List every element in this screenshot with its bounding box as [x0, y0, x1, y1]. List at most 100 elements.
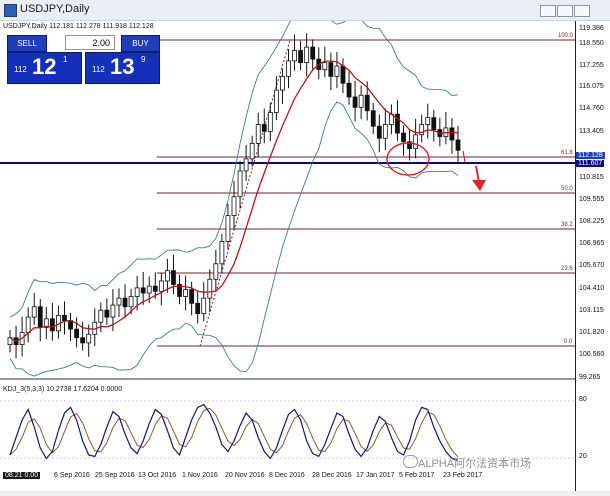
candle-body	[292, 50, 297, 62]
date-label: 23 Feb 2017	[443, 472, 483, 479]
candle-body	[74, 328, 79, 339]
price-tick: 101.820	[579, 329, 605, 336]
close-button[interactable]	[574, 5, 590, 17]
candle-body	[237, 170, 243, 198]
candle-body	[280, 75, 285, 91]
candle-body	[425, 117, 431, 125]
candle-body	[352, 96, 358, 108]
price-tick: 117.255	[579, 62, 604, 69]
candle-body	[310, 46, 316, 60]
price-tick: 113.405	[579, 128, 604, 135]
watermark: ALPHA阿尔法资本市场	[418, 458, 532, 470]
candle-body	[401, 132, 406, 143]
candle-body	[382, 124, 388, 139]
candle-body	[31, 306, 37, 318]
candle-body	[25, 316, 31, 333]
candle-body	[158, 280, 164, 292]
candle-body	[340, 65, 346, 84]
sell-quote-sup: 1	[63, 55, 68, 64]
price-tick: 109.555	[579, 196, 605, 203]
candle-body	[225, 215, 231, 242]
candle-body	[370, 110, 376, 127]
candle-body	[376, 125, 382, 139]
buy-quote[interactable]: 112 13 9	[85, 52, 160, 84]
fib-label-50: 50.0	[561, 186, 573, 192]
buy-quote-sup: 9	[141, 55, 146, 64]
buy-quote-prefix: 112	[92, 65, 105, 74]
date-label: 8 Dec 2016	[269, 472, 305, 479]
candle-body	[140, 287, 146, 294]
date-label: 20 Nov 2016	[225, 472, 265, 479]
price-tick: 100.560	[579, 351, 605, 358]
minimize-button[interactable]	[540, 5, 556, 17]
fib-label-100: 100.0	[558, 33, 574, 39]
candle-body	[146, 285, 152, 294]
candle-body	[249, 143, 255, 160]
candle-body	[49, 318, 55, 332]
lot-size-input[interactable]: 2.00	[65, 35, 115, 50]
sell-quote[interactable]: 112 12 1	[7, 52, 82, 84]
candle-body	[195, 302, 201, 315]
candle-body	[255, 124, 261, 144]
price-tick: 108.225	[579, 218, 605, 225]
date-label-start: 08.21 0.00	[3, 472, 41, 479]
candle-body	[128, 296, 134, 308]
candle-body	[122, 297, 128, 308]
buy-button[interactable]: BUY	[121, 35, 160, 52]
stoch-tick-20: 20	[579, 453, 587, 460]
candle-body	[134, 287, 140, 297]
candle-body	[104, 309, 110, 318]
price-tick: 106.965	[579, 240, 605, 247]
wechat-icon	[403, 455, 418, 468]
candle-body	[261, 124, 267, 132]
sell-button[interactable]: SELL	[7, 35, 47, 52]
candle-body	[431, 117, 437, 131]
candle-body	[171, 270, 176, 285]
candle-body	[213, 263, 219, 280]
price-chart-area[interactable]	[0, 1, 575, 491]
candle-body	[286, 60, 291, 77]
candle-body	[358, 94, 364, 108]
candle-body	[298, 50, 303, 63]
stochastic-label: KDJ_3(5,3,3) 10.2738 17.6204 0.0000	[3, 386, 123, 393]
chart-window-icon	[4, 4, 17, 17]
sell-quote-prefix: 112	[14, 65, 27, 74]
candle-body	[207, 278, 213, 299]
date-label: 1 Nov 2016	[182, 472, 218, 479]
window-title: USDJPY,Daily	[20, 3, 90, 15]
candle-body	[183, 289, 188, 297]
price-tick: 118.550	[579, 40, 604, 47]
candle-body	[346, 82, 352, 98]
stoch-k-line	[9, 403, 459, 462]
fib-label-236: 23.6	[561, 266, 573, 272]
candle-body	[98, 309, 104, 323]
fib-label-382: 38.2	[561, 222, 573, 228]
candle-body	[413, 134, 419, 149]
date-label: 17 Jan 2017	[356, 472, 395, 479]
candle-body	[267, 112, 273, 132]
candle-body	[231, 196, 237, 217]
date-label: 13 Oct 2016	[138, 472, 177, 479]
candle-body	[273, 89, 279, 113]
chart-window: USDJPY,Daily 119.386 118.550 117.255 116…	[0, 0, 610, 491]
maximize-button[interactable]	[557, 5, 573, 17]
candle-body	[219, 241, 225, 265]
candle-body	[189, 289, 195, 304]
price-tick: 114.760	[579, 105, 604, 112]
down-arrow-shaft	[475, 165, 480, 183]
current-price-box: 112.128	[576, 152, 605, 159]
candle-body	[455, 139, 461, 151]
stoch-d-line	[9, 407, 459, 458]
candle-body	[322, 62, 328, 70]
fib-label-0: 0.0	[564, 339, 573, 345]
price-tick: 103.115	[579, 307, 604, 314]
candle-body	[201, 297, 207, 315]
sell-quote-big: 12	[32, 54, 57, 79]
title-bar: USDJPY,Daily	[0, 0, 610, 21]
date-label: 28 Dec 2016	[312, 472, 352, 479]
candle-body	[62, 314, 67, 321]
candle-body	[86, 333, 92, 344]
buy-quote-big: 13	[110, 54, 135, 79]
candle-body	[80, 337, 86, 344]
stoch-tick-80: 80	[579, 396, 587, 403]
